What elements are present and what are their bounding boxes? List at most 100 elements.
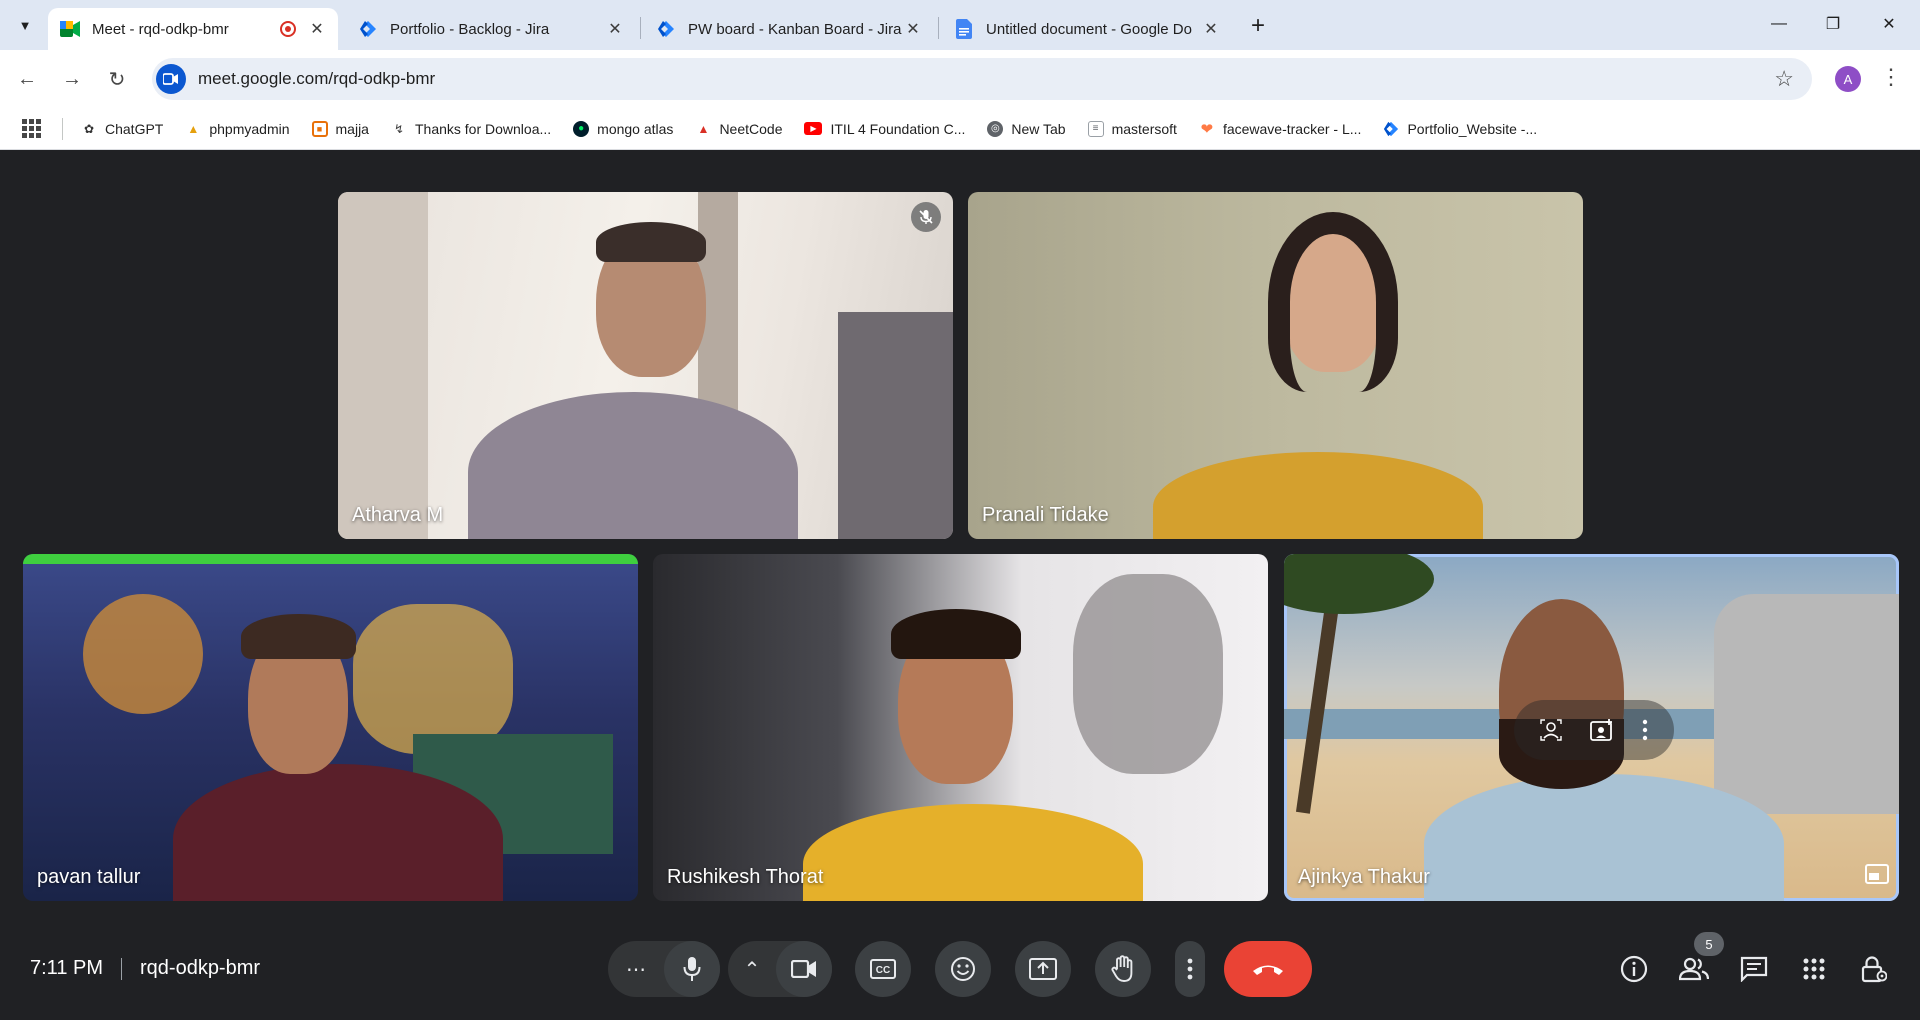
phpmyadmin-icon: ▲	[187, 121, 200, 136]
back-arrow-icon[interactable]: ←	[10, 62, 44, 96]
host-controls-lock-icon[interactable]	[1856, 951, 1892, 987]
furniture-background	[838, 312, 953, 539]
video-tile[interactable]: Ajinkya Thakur	[1284, 554, 1899, 901]
apps-grid-icon[interactable]	[22, 118, 42, 139]
youtube-icon: ▶	[804, 122, 823, 135]
person-hair	[596, 222, 706, 262]
person-body	[1424, 774, 1784, 901]
bookmark-item[interactable]: ≡ mastersoft	[1087, 120, 1177, 137]
video-tile[interactable]: Pranali Tidake	[968, 192, 1583, 539]
close-tab-icon[interactable]: ✕	[904, 20, 922, 38]
minimize-icon[interactable]: —	[1756, 8, 1802, 40]
address-bar[interactable]: meet.google.com/rqd-odkp-bmr ☆	[152, 58, 1812, 100]
bookmark-label: Thanks for Downloa...	[414, 120, 552, 137]
bookmark-item[interactable]: ▲ NeetCode	[695, 121, 782, 137]
background-graphic	[353, 604, 513, 754]
profile-avatar[interactable]: A	[1835, 66, 1861, 92]
bookmark-separator	[62, 117, 63, 140]
people-icon[interactable]	[1676, 951, 1712, 987]
person-body	[468, 392, 798, 539]
current-time: 7:11 PM	[30, 957, 103, 979]
participant-name: Ajinkya Thakur	[1298, 866, 1430, 888]
background-graphic	[1073, 574, 1223, 774]
tile-hover-controls	[1514, 700, 1674, 760]
meet-stage: Atharva M Pranali Tidake pavan tallur Ru…	[0, 151, 1920, 1020]
leave-call-button[interactable]	[1224, 941, 1312, 997]
frame-person-icon[interactable]	[1540, 719, 1562, 741]
emoji-reaction-button[interactable]	[935, 941, 991, 997]
speaking-indicator-bar	[23, 554, 638, 564]
tab-portfolio-backlog[interactable]: Portfolio - Backlog - Jira ✕	[346, 8, 636, 50]
bookmark-label: mastersoft	[1111, 120, 1177, 137]
jira-icon	[1383, 121, 1399, 137]
url-text[interactable]: meet.google.com/rqd-odkp-bmr	[198, 69, 435, 89]
globe-icon: ◎	[987, 120, 1004, 137]
video-tile[interactable]: Atharva M	[338, 192, 953, 539]
tab-search-chevron-icon[interactable]: ▼	[10, 12, 40, 38]
tab-google-doc[interactable]: Untitled document - Google Do ✕	[942, 8, 1232, 50]
bookmark-label: NeetCode	[719, 120, 783, 137]
person-hair	[241, 614, 356, 659]
activities-grid-icon[interactable]	[1796, 951, 1832, 987]
background-graphic	[83, 594, 203, 714]
more-options-icon[interactable]	[1642, 719, 1648, 741]
camera-button[interactable]	[776, 941, 832, 997]
video-tile[interactable]: pavan tallur	[23, 554, 638, 901]
bookmark-item[interactable]: ◎ New Tab	[987, 120, 1066, 137]
chat-icon[interactable]	[1736, 951, 1772, 987]
picture-in-picture-icon[interactable]	[1865, 864, 1889, 889]
bookmark-item[interactable]: ❤ facewave-tracker - L...	[1199, 121, 1362, 138]
browser-menu-icon[interactable]: ⋮	[1880, 64, 1902, 90]
microphone-button[interactable]	[664, 941, 720, 997]
new-tab-plus-icon[interactable]: +	[1244, 12, 1272, 40]
more-options-button[interactable]	[1175, 941, 1205, 997]
person-hair	[1268, 212, 1398, 392]
tab-separator	[938, 17, 939, 39]
tab-title: Untitled document - Google Do	[986, 20, 1192, 38]
tab-meet[interactable]: Meet - rqd-odkp-bmr ✕	[48, 8, 338, 50]
bookmark-item[interactable]: ↯ Thanks for Downloa...	[391, 121, 551, 137]
bookmark-item[interactable]: ▲ phpmyadmin	[185, 121, 289, 137]
captions-button[interactable]: CC	[855, 941, 911, 997]
audio-settings-dots-icon[interactable]: ⋯	[608, 941, 664, 997]
present-screen-button[interactable]	[1015, 941, 1071, 997]
meeting-details-icon[interactable]	[1616, 951, 1652, 987]
neetcode-icon: ▲	[697, 121, 710, 136]
close-tab-icon[interactable]: ✕	[606, 20, 624, 38]
bookmark-label: mongo atlas	[597, 120, 674, 137]
add-to-screen-icon[interactable]	[1590, 719, 1614, 741]
person-hair	[891, 609, 1021, 659]
mic-control-group: ⋯	[608, 941, 720, 997]
mongodb-icon: ●	[573, 120, 590, 137]
person-body	[1153, 452, 1483, 539]
participant-name: Pranali Tidake	[982, 504, 1109, 526]
bookmark-item[interactable]: ✿ ChatGPT	[81, 121, 163, 137]
video-tile[interactable]: Rushikesh Thorat	[653, 554, 1268, 901]
tab-pw-board[interactable]: PW board - Kanban Board - Jira ✕	[644, 8, 934, 50]
bookmark-item[interactable]: ● mongo atlas	[573, 120, 674, 137]
camera-control-group: ⌃	[728, 941, 832, 997]
reload-icon[interactable]: ↻	[100, 62, 134, 96]
bookmark-label: ChatGPT	[105, 120, 164, 137]
google-docs-icon	[954, 19, 974, 39]
close-tab-icon[interactable]: ✕	[1202, 20, 1220, 38]
door-background	[338, 192, 428, 539]
close-tab-icon[interactable]: ✕	[308, 20, 326, 38]
meeting-info-text: 7:11 PM rqd-odkp-bmr	[30, 957, 260, 980]
restore-window-icon[interactable]: ❐	[1810, 8, 1856, 40]
raise-hand-button[interactable]	[1095, 941, 1151, 997]
bookmark-item[interactable]: ▶ ITIL 4 Foundation C...	[804, 121, 965, 137]
meet-site-icon[interactable]	[156, 64, 186, 94]
bookmark-item[interactable]: ■ majja	[311, 120, 369, 137]
jira-icon	[656, 19, 676, 39]
participant-name: Rushikesh Thorat	[667, 866, 824, 888]
bookmark-label: phpmyadmin	[209, 120, 290, 137]
participant-name: pavan tallur	[37, 866, 141, 888]
bookmark-item[interactable]: Portfolio_Website -...	[1383, 121, 1537, 137]
video-settings-chevron-up-icon[interactable]: ⌃	[728, 941, 776, 997]
forward-arrow-icon[interactable]: →	[55, 62, 89, 96]
bookmark-star-icon[interactable]: ☆	[1774, 66, 1794, 92]
close-window-icon[interactable]: ✕	[1866, 8, 1912, 40]
recording-icon	[280, 21, 296, 37]
tab-strip: ▼ Meet - rqd-odkp-bmr ✕ Portfolio - Back…	[0, 0, 1920, 50]
